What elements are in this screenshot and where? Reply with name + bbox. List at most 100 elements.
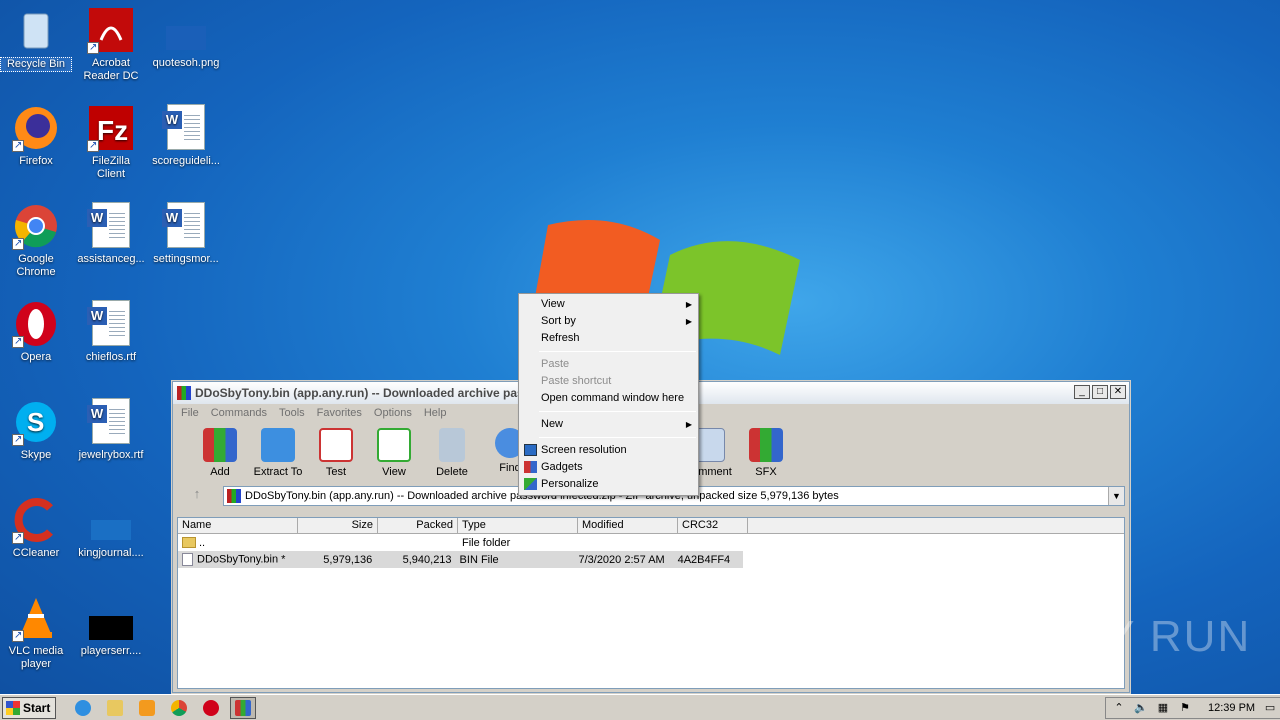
desktop-icon-playerserr[interactable]: playerserr.... [75,594,147,658]
desktop-icon-opera[interactable]: Opera [0,300,72,364]
taskbar-chrome-button[interactable] [166,697,192,719]
menu-item-label: Paste shortcut [541,375,612,387]
menu-favorites[interactable]: Favorites [317,407,362,419]
menu-item-refresh[interactable]: Refresh [519,330,698,347]
row-name: .. [199,536,206,549]
desktop-icon-chieflos[interactable]: chieflos.rtf [75,300,147,364]
volume-icon[interactable]: 🔈 [1134,701,1148,715]
view-book-icon [377,428,411,462]
desktop-icon-label: kingjournal.... [78,547,144,559]
desktop-icon-label: scoreguideli... [152,155,220,167]
shortcut-arrow-icon [12,433,24,446]
start-button[interactable]: Start [2,696,56,719]
windows-flag-icon [6,700,20,715]
monitor-icon [524,444,537,456]
shortcut-arrow-icon [12,629,24,642]
shortcut-arrow-icon [12,139,24,152]
file-list[interactable]: Name Size Packed Type Modified CRC32 .. … [177,517,1125,689]
menu-help[interactable]: Help [424,407,447,419]
row-crc: 4A2B4FF4 [677,553,731,566]
taskbar-media-player-button[interactable] [134,697,160,719]
menu-item-sort-by[interactable]: Sort by ▶ [519,313,698,330]
column-crc32[interactable]: CRC32 [678,518,748,533]
desktop-icon-label: CCleaner [12,547,60,559]
menu-item-paste-shortcut[interactable]: Paste shortcut [519,373,698,390]
table-row[interactable]: DDoSbyTony.bin * 5,979,136 5,940,213 BIN… [178,551,743,568]
sfx-label: SFX [755,466,777,478]
desktop-icon-skype[interactable]: S Skype [0,398,72,462]
menu-item-new[interactable]: New ▶ [519,416,698,433]
menu-options[interactable]: Options [374,407,412,419]
desktop-icon-acrobat[interactable]: Acrobat Reader DC [75,6,147,83]
desktop-icon-settingsmor[interactable]: settingsmor... [150,202,222,266]
desktop-icon-label: quotesoh.png [152,57,220,69]
column-packed[interactable]: Packed [378,518,458,533]
skype-icon: S [12,398,60,446]
svg-text:S: S [27,407,44,437]
chevron-up-icon[interactable]: ⌃ [1112,701,1126,715]
taskbar-ie-button[interactable] [70,697,96,719]
desktop-icon-label: Opera [20,351,52,363]
column-modified[interactable]: Modified [578,518,678,533]
desktop-icon-quotesoh[interactable]: quotesoh.png [150,6,222,70]
start-label: Start [23,700,51,715]
svg-text:Fz: Fz [97,115,128,146]
test-button[interactable]: Test [307,428,365,478]
maximize-button[interactable]: □ [1092,385,1108,399]
desktop-icon-jewelrybox[interactable]: jewelrybox.rtf [75,398,147,462]
show-desktop-icon[interactable]: ▭ [1263,701,1277,715]
desktop-icon-recycle-bin[interactable]: Recycle Bin [0,6,72,72]
view-button[interactable]: View [365,428,423,478]
desktop-icon-kingjournal[interactable]: kingjournal.... [75,496,147,560]
delete-button[interactable]: Delete [423,428,481,478]
column-name[interactable]: Name [178,518,298,533]
column-size[interactable]: Size [298,518,378,533]
menu-file[interactable]: File [181,407,199,419]
desktop-icon-vlc[interactable]: VLC media player [0,594,72,671]
desktop-icon-assistance[interactable]: assistanceg... [75,202,147,266]
close-button[interactable]: ✕ [1110,385,1126,399]
desktop-icon-chrome[interactable]: Google Chrome [0,202,72,279]
shortcut-arrow-icon [12,335,24,348]
taskbar-winrar-button[interactable] [230,696,256,719]
action-center-flag-icon[interactable]: ⚑ [1178,701,1192,715]
add-button[interactable]: Add [191,428,249,478]
menu-separator [539,411,696,412]
media-player-icon [139,699,155,716]
desktop-icon-filezilla[interactable]: Fz FileZilla Client [75,104,147,181]
up-arrow-icon[interactable]: ↑ [177,486,217,506]
acrobat-icon [87,6,135,54]
menu-commands[interactable]: Commands [211,407,267,419]
row-type: File folder [462,536,511,549]
trash-icon [439,428,465,462]
desktop-icon-firefox[interactable]: Firefox [0,104,72,168]
extract-to-button[interactable]: Extract To [249,428,307,478]
desktop-icon-scoreguide[interactable]: scoreguideli... [150,104,222,168]
archive-icon [227,489,241,503]
desktop-icon-ccleaner[interactable]: CCleaner [0,496,72,560]
row-modified: 7/3/2020 2:57 AM [578,553,665,566]
shortcut-arrow-icon [12,237,24,250]
desktop-icon-label: jewelrybox.rtf [78,449,144,461]
taskbar-explorer-button[interactable] [102,697,128,719]
menu-item-gadgets[interactable]: Gadgets [519,459,698,476]
minimize-button[interactable]: _ [1074,385,1090,399]
menu-item-view[interactable]: View ▶ [519,296,698,313]
taskbar-opera-button[interactable] [198,697,224,719]
menu-item-paste[interactable]: Paste [519,356,698,373]
table-row[interactable]: .. File folder [178,534,1124,551]
column-type[interactable]: Type [458,518,578,533]
menu-item-personalize[interactable]: Personalize [519,476,698,493]
sfx-button[interactable]: SFX [737,428,795,478]
menu-tools[interactable]: Tools [279,407,305,419]
anyrun-watermark: ANY RUN [1040,612,1252,661]
menu-item-open-command-window[interactable]: Open command window here [519,390,698,407]
menu-item-label: View [541,298,565,310]
menu-item-label: New [541,418,564,430]
network-icon[interactable]: ▦ [1156,701,1170,715]
menu-item-screen-resolution[interactable]: Screen resolution [519,442,698,459]
desktop-icon-label: settingsmor... [153,253,219,265]
submenu-arrow-icon: ▶ [685,317,692,326]
chevron-down-icon[interactable]: ▼ [1108,487,1124,505]
clock[interactable]: 12:39 PM [1208,702,1255,714]
